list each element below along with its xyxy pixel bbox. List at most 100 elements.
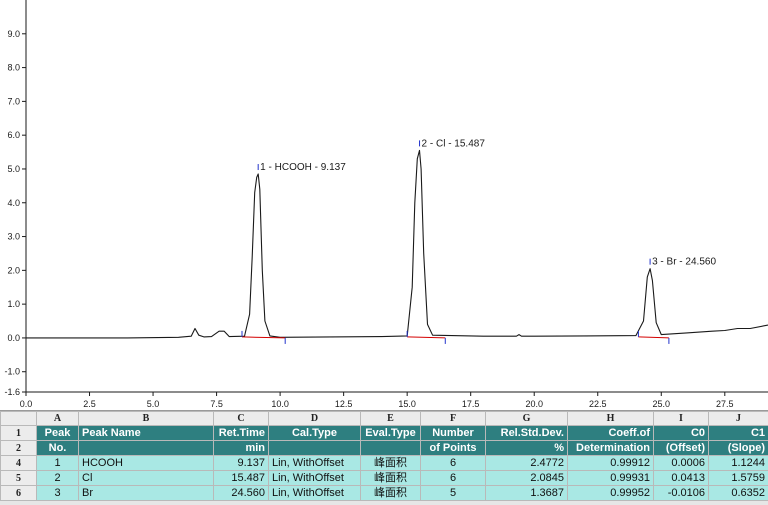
column-header-h[interactable]: H [568, 412, 654, 426]
y-tick-label: 8.0 [7, 63, 20, 73]
cell-peak-name[interactable]: Br [79, 486, 214, 501]
header-peak-no-2[interactable]: No. [37, 441, 79, 456]
header-rel-std-dev-unit[interactable]: % [486, 441, 568, 456]
cell-c1[interactable]: 1.1244 [709, 456, 768, 471]
y-tick-label: 5.0 [7, 164, 20, 174]
header-peak-no[interactable]: Peak [37, 426, 79, 441]
row-number[interactable]: 1 [1, 426, 37, 441]
y-tick-label: 0.0 [7, 333, 20, 343]
cell-eval-type[interactable]: 峰面积 [361, 486, 421, 501]
cell-c0[interactable]: 0.0006 [654, 456, 709, 471]
column-header-i[interactable]: I [654, 412, 709, 426]
cell-number-points[interactable]: 6 [421, 456, 486, 471]
x-tick-label: 0.0 [20, 399, 33, 409]
baseline-segment [407, 337, 445, 338]
cell-ret-time[interactable]: 9.137 [214, 456, 269, 471]
y-tick-label: 9.0 [7, 29, 20, 39]
cell-eval-type[interactable]: 峰面积 [361, 471, 421, 486]
header-peak-name-2[interactable] [79, 441, 214, 456]
cell-peak-no[interactable]: 3 [37, 486, 79, 501]
cell-ret-time[interactable]: 24.560 [214, 486, 269, 501]
column-header-row: A B C D E F G H I J [1, 412, 768, 426]
column-header-j[interactable]: J [709, 412, 768, 426]
cell-cal-type[interactable]: Lin, WithOffset [269, 456, 361, 471]
table-header-row: 2 No. min of Points % Determination (Off… [1, 441, 768, 456]
y-tick-label: 7.0 [7, 96, 20, 106]
x-tick-label: 27.5 [716, 399, 734, 409]
x-tick-label: 2.5 [83, 399, 96, 409]
peak-label: 1 - HCOOH - 9.137 [260, 162, 346, 173]
cell-c0[interactable]: 0.0413 [654, 471, 709, 486]
cell-number-points[interactable]: 6 [421, 471, 486, 486]
column-header-c[interactable]: C [214, 412, 269, 426]
column-header-d[interactable]: D [269, 412, 361, 426]
cell-coeff-determination[interactable]: 0.99931 [568, 471, 654, 486]
header-ret-time-unit[interactable]: min [214, 441, 269, 456]
cell-coeff-determination[interactable]: 0.99912 [568, 456, 654, 471]
row-number[interactable]: 6 [1, 486, 37, 501]
chromatogram-chart: -1.6-1.00.01.02.03.04.05.06.07.08.09.00.… [0, 0, 768, 410]
header-number-points-2[interactable]: of Points [421, 441, 486, 456]
y-tick-label: 6.0 [7, 130, 20, 140]
cell-rel-std-dev[interactable]: 2.0845 [486, 471, 568, 486]
cell-peak-no[interactable]: 2 [37, 471, 79, 486]
header-c1-2[interactable]: (Slope) [709, 441, 768, 456]
x-tick-label: 25.0 [653, 399, 671, 409]
cell-peak-no[interactable]: 1 [37, 456, 79, 471]
column-header-g[interactable]: G [486, 412, 568, 426]
x-tick-label: 22.5 [589, 399, 607, 409]
cell-cal-type[interactable]: Lin, WithOffset [269, 486, 361, 501]
cell-rel-std-dev[interactable]: 2.4772 [486, 456, 568, 471]
y-tick-label: 1.0 [7, 299, 20, 309]
header-number-points[interactable]: Number [421, 426, 486, 441]
cell-eval-type[interactable]: 峰面积 [361, 456, 421, 471]
cell-c1[interactable]: 1.5759 [709, 471, 768, 486]
cell-peak-name[interactable]: HCOOH [79, 456, 214, 471]
table-row[interactable]: 5 2 Cl 15.487 Lin, WithOffset 峰面积 6 2.08… [1, 471, 768, 486]
cell-number-points[interactable]: 5 [421, 486, 486, 501]
x-tick-label: 7.5 [210, 399, 223, 409]
column-header-a[interactable]: A [37, 412, 79, 426]
header-coeff-determination[interactable]: Coeff.of [568, 426, 654, 441]
calibration-spreadsheet: A B C D E F G H I J 1 Peak Peak Name Ret… [0, 410, 768, 505]
row-number[interactable]: 5 [1, 471, 37, 486]
y-tick-label: 4.0 [7, 198, 20, 208]
peak-label: 3 - Br - 24.560 [652, 257, 716, 268]
corner-cell[interactable] [1, 412, 37, 426]
column-header-e[interactable]: E [361, 412, 421, 426]
header-c1[interactable]: C1 [709, 426, 768, 441]
header-peak-name[interactable]: Peak Name [79, 426, 214, 441]
row-number[interactable]: 4 [1, 456, 37, 471]
x-tick-label: 10.0 [271, 399, 289, 409]
cell-ret-time[interactable]: 15.487 [214, 471, 269, 486]
header-eval-type-2[interactable] [361, 441, 421, 456]
cell-c1[interactable]: 0.6352 [709, 486, 768, 501]
chromatogram-trace [26, 150, 768, 338]
header-cal-type-2[interactable] [269, 441, 361, 456]
table-header-row: 1 Peak Peak Name Ret.Time Cal.Type Eval.… [1, 426, 768, 441]
x-tick-label: 20.0 [525, 399, 543, 409]
x-tick-label: 15.0 [398, 399, 416, 409]
y-tick-label: 3.0 [7, 232, 20, 242]
header-cal-type[interactable]: Cal.Type [269, 426, 361, 441]
cell-cal-type[interactable]: Lin, WithOffset [269, 471, 361, 486]
table-row[interactable]: 4 1 HCOOH 9.137 Lin, WithOffset 峰面积 6 2.… [1, 456, 768, 471]
x-tick-label: 17.5 [462, 399, 480, 409]
column-header-f[interactable]: F [421, 412, 486, 426]
header-c0-2[interactable]: (Offset) [654, 441, 709, 456]
x-tick-label: 12.5 [335, 399, 353, 409]
header-eval-type[interactable]: Eval.Type [361, 426, 421, 441]
table-row[interactable]: 6 3 Br 24.560 Lin, WithOffset 峰面积 5 1.36… [1, 486, 768, 501]
row-number[interactable]: 2 [1, 441, 37, 456]
cell-coeff-determination[interactable]: 0.99952 [568, 486, 654, 501]
header-c0[interactable]: C0 [654, 426, 709, 441]
baseline-segment [638, 337, 668, 338]
cell-c0[interactable]: -0.0106 [654, 486, 709, 501]
y-tick-label: -1.0 [4, 367, 20, 377]
header-coeff-determination-2[interactable]: Determination [568, 441, 654, 456]
cell-rel-std-dev[interactable]: 1.3687 [486, 486, 568, 501]
header-rel-std-dev[interactable]: Rel.Std.Dev. [486, 426, 568, 441]
cell-peak-name[interactable]: Cl [79, 471, 214, 486]
header-ret-time[interactable]: Ret.Time [214, 426, 269, 441]
column-header-b[interactable]: B [79, 412, 214, 426]
